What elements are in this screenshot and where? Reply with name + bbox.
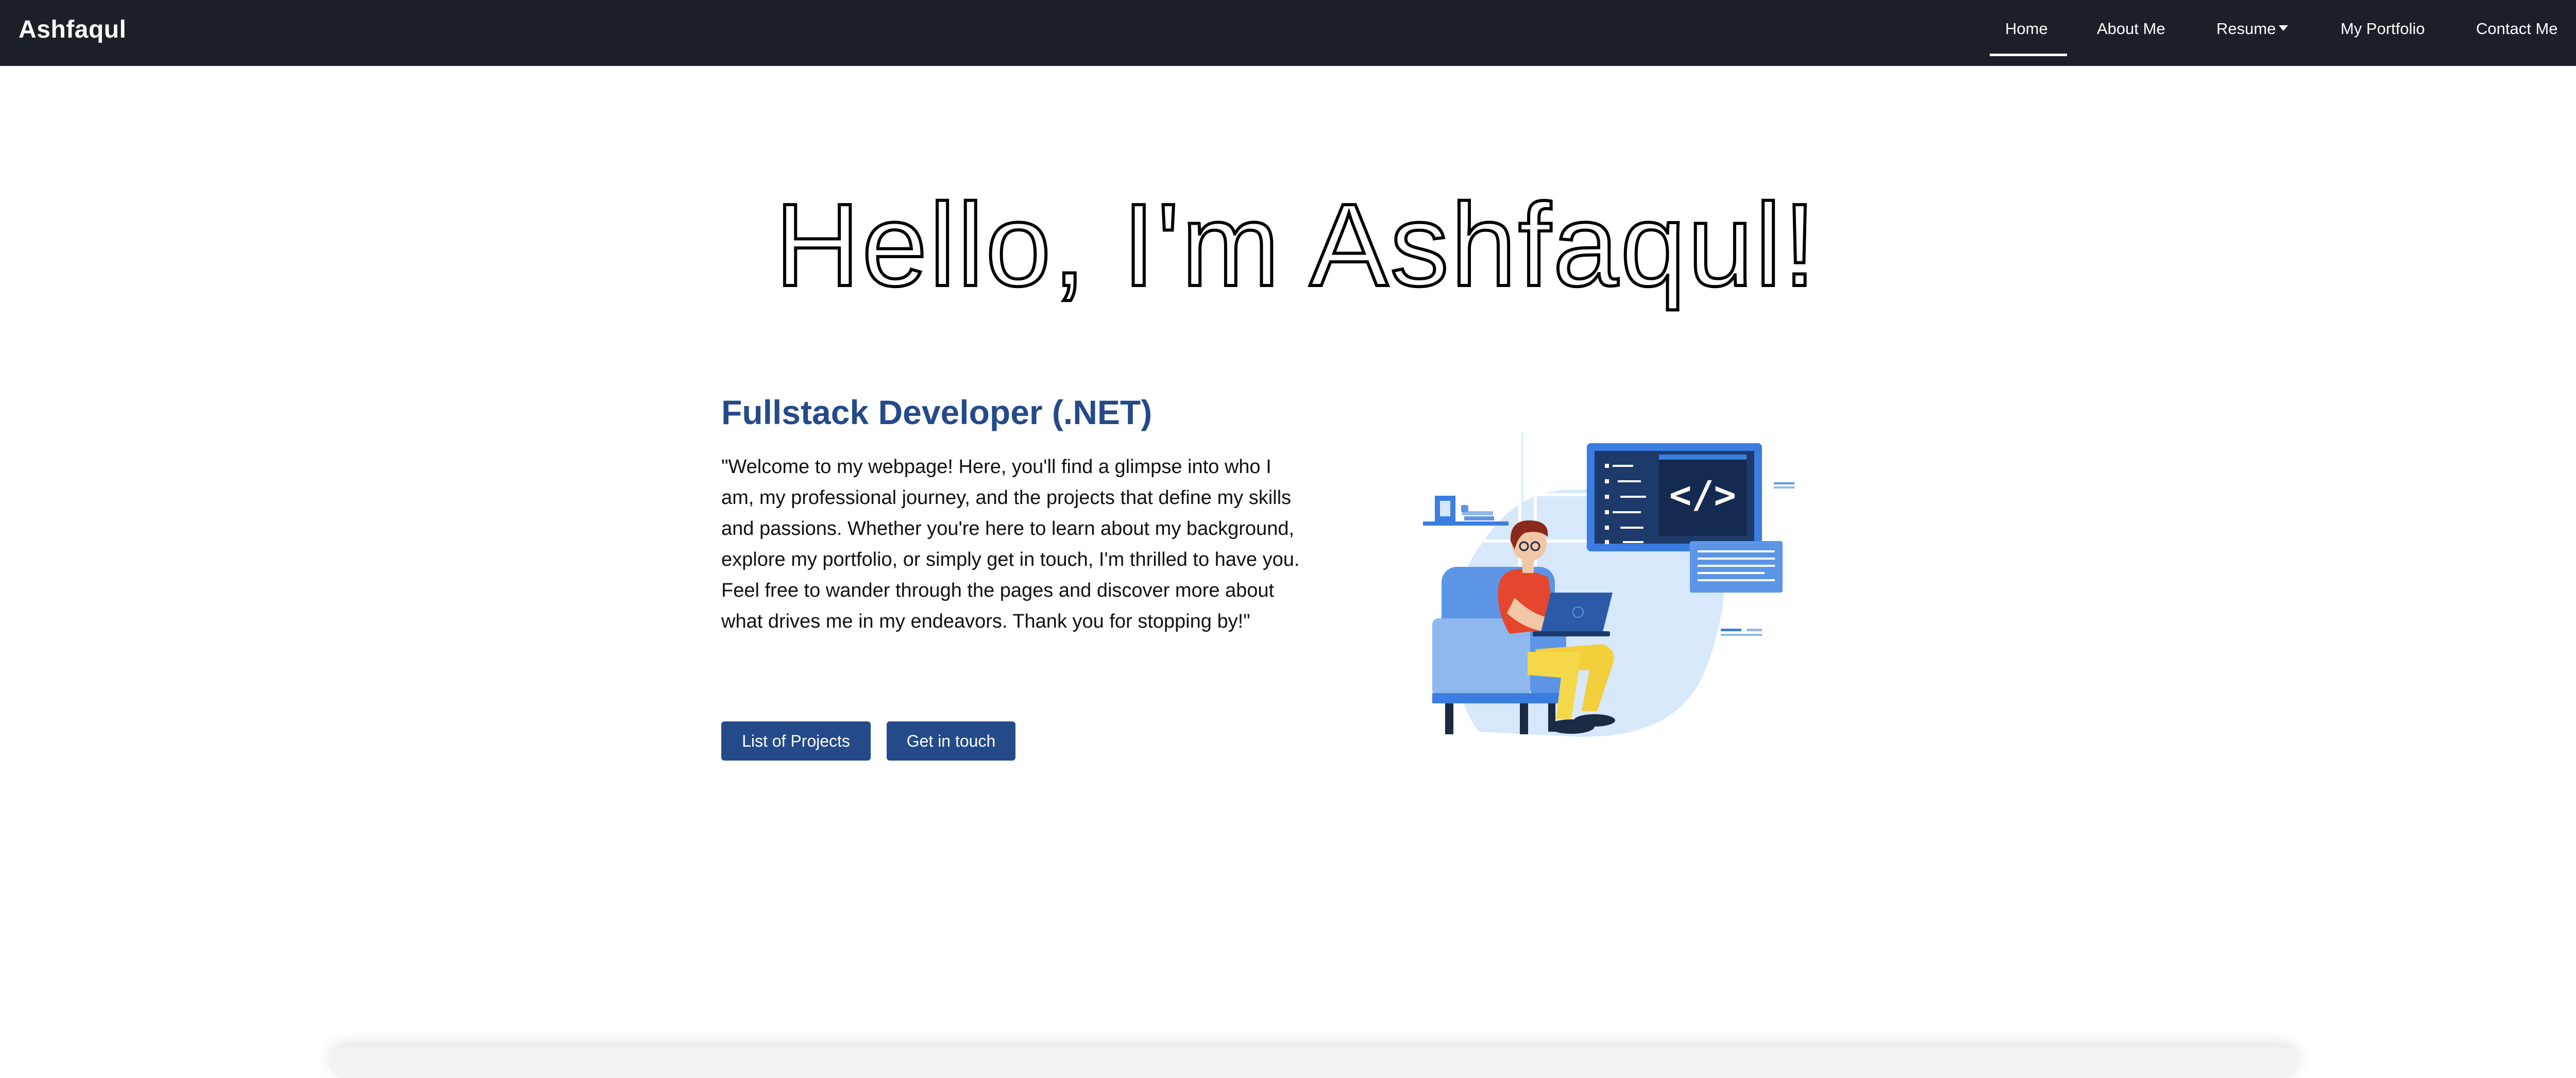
intro-paragraph: "Welcome to my webpage! Here, you'll fin…	[721, 456, 1300, 632]
nav-resume-dropdown[interactable]: Resume	[2216, 20, 2289, 38]
navbar: Ashfaqul Home About Me Resume My Portfol…	[0, 0, 2576, 66]
shelf-icon	[1423, 496, 1509, 526]
nav-home[interactable]: Home	[2005, 20, 2048, 38]
list-of-projects-button[interactable]: List of Projects	[721, 721, 871, 761]
nav-active-indicator	[1990, 54, 2067, 56]
code-monitor: </>	[1587, 443, 1762, 551]
nav-resume-label: Resume	[2216, 20, 2276, 38]
bottom-section-edge	[330, 1047, 2298, 1078]
nav-portfolio[interactable]: My Portfolio	[2341, 20, 2425, 38]
caret-down-icon	[2279, 25, 2289, 31]
nav-about[interactable]: About Me	[2097, 20, 2165, 38]
role-heading: Fullstack Developer (.NET)	[721, 393, 1153, 431]
hero-title: Hello, I'm Ashfaqul!	[773, 180, 1818, 311]
code-panel	[1690, 541, 1783, 593]
developer-illustration: </>	[1423, 433, 1794, 737]
nav-contact[interactable]: Contact Me	[2476, 20, 2558, 38]
code-symbol: </>	[1669, 473, 1736, 516]
brand-logo[interactable]: Ashfaqul	[19, 15, 126, 44]
get-in-touch-button[interactable]: Get in touch	[887, 721, 1015, 761]
